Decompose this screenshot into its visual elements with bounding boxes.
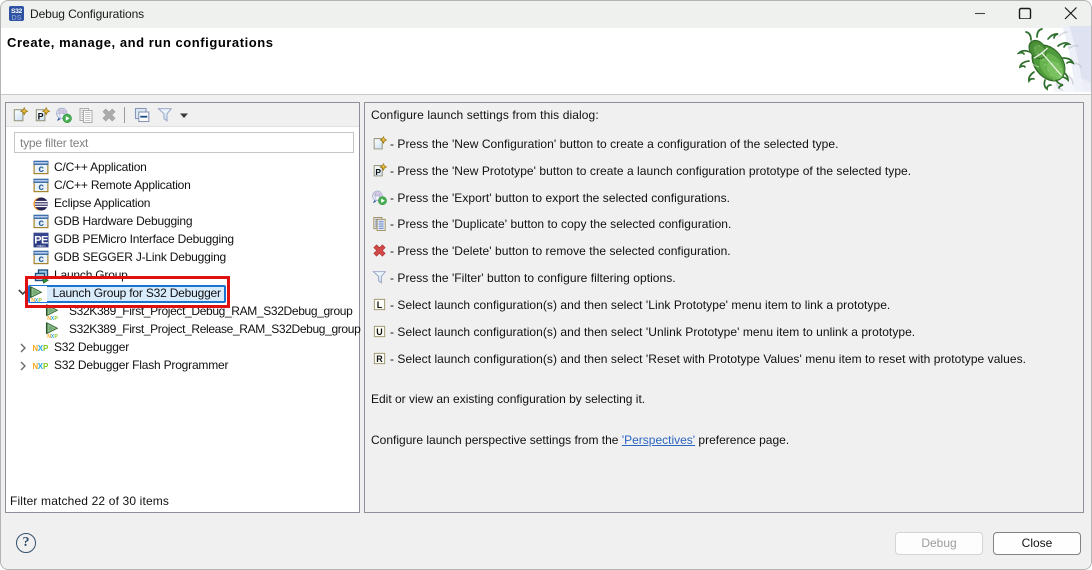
svg-text:DS: DS [12,13,22,21]
